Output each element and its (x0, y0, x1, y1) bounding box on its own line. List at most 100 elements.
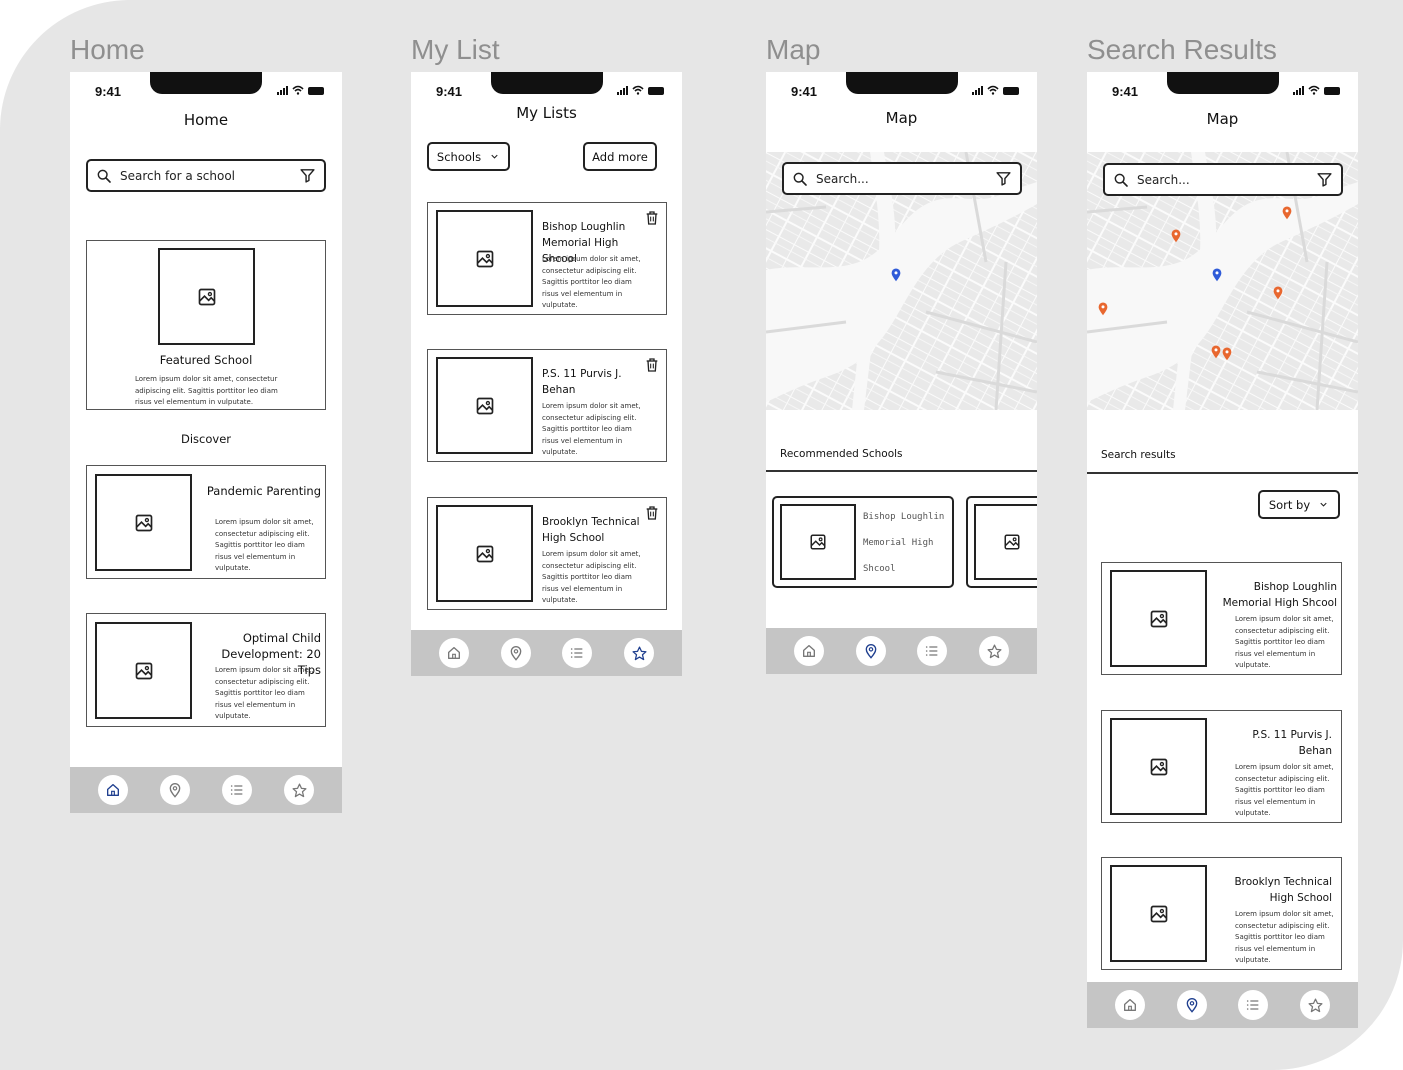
status-icons (972, 85, 1019, 95)
map-search-input[interactable]: Search... (1103, 163, 1343, 196)
list-item[interactable]: Brooklyn Technical High School Lorem ips… (427, 497, 667, 610)
nav-home-button[interactable] (1114, 990, 1145, 1020)
nav-map-button[interactable] (1176, 990, 1207, 1020)
home-screen: 9:41 Home Search for a school Featured S… (70, 72, 342, 813)
star-icon (986, 643, 1003, 660)
school-description: Lorem ipsum dolor sit amet, consectetur … (1235, 615, 1334, 669)
bottom-nav (411, 630, 682, 676)
nav-list-button[interactable] (917, 636, 948, 666)
nav-list-button[interactable] (562, 638, 593, 668)
image-icon (1149, 757, 1169, 777)
image-icon (475, 396, 495, 416)
recommended-school-card[interactable]: Bishop Loughlin Memorial High Shcool (772, 496, 954, 588)
name-line: Shcool (863, 564, 896, 574)
map-pin-icon (508, 645, 524, 661)
nav-favorites-button[interactable] (1300, 990, 1331, 1020)
image-icon (1149, 904, 1169, 924)
list-icon (569, 645, 585, 661)
image-placeholder (974, 504, 1037, 580)
status-icons (277, 85, 324, 95)
result-item[interactable]: Bishop Loughlin Memorial High Shcool Lor… (1101, 562, 1342, 675)
search-results-label: Search results (1101, 449, 1176, 461)
status-bar: 9:41 (766, 72, 1037, 112)
battery-icon (648, 87, 664, 95)
filter-icon[interactable] (299, 167, 316, 184)
sort-by-dropdown[interactable]: Sort by (1258, 490, 1340, 519)
home-icon (446, 645, 462, 661)
map-view[interactable]: Search... (1087, 152, 1358, 410)
recommended-school-card[interactable] (966, 496, 1037, 588)
result-item[interactable]: Brooklyn Technical High School Lorem ips… (1101, 857, 1342, 970)
image-placeholder (95, 622, 192, 719)
status-bar: 9:41 (1087, 72, 1358, 112)
school-description: Lorem ipsum dolor sit amet, consectetur … (542, 402, 641, 456)
image-placeholder (158, 248, 255, 345)
filter-icon[interactable] (995, 170, 1012, 187)
school-name: P.S. 11 Purvis J. Behan (1252, 729, 1332, 757)
school-name: Bishop Loughlin Memorial High Shcool (1222, 581, 1337, 609)
featured-title: Featured School (159, 353, 253, 367)
map-pin-icon[interactable] (1098, 302, 1108, 316)
status-time: 9:41 (95, 84, 122, 99)
map-pin-icon[interactable] (1282, 206, 1292, 220)
map-pin-icon (1184, 997, 1200, 1013)
school-description: Lorem ipsum dolor sit amet, consectetur … (542, 255, 641, 309)
list-type-dropdown[interactable]: Schools (427, 142, 510, 171)
nav-map-button[interactable] (160, 775, 190, 805)
nav-favorites-button[interactable] (979, 636, 1010, 666)
map-pin-icon (863, 643, 879, 659)
trash-icon[interactable] (644, 505, 660, 521)
nav-list-button[interactable] (1238, 990, 1269, 1020)
phone-notch (1166, 72, 1279, 94)
map-pin-icon[interactable] (1171, 229, 1181, 243)
map-pin-icon[interactable] (891, 268, 901, 282)
featured-school-card[interactable]: Featured School Lorem ipsum dolor sit am… (86, 240, 326, 410)
map-view[interactable]: Search... (766, 152, 1037, 410)
battery-icon (1003, 87, 1019, 95)
add-more-button[interactable]: Add more (583, 142, 657, 171)
nav-list-button[interactable] (222, 775, 252, 805)
nav-home-button[interactable] (793, 636, 824, 666)
map-pin-icon[interactable] (1222, 347, 1232, 361)
search-placeholder: Search... (816, 171, 869, 186)
home-icon (801, 643, 817, 659)
map-pin-icon[interactable] (1211, 345, 1221, 359)
nav-home-button[interactable] (98, 775, 128, 805)
map-pin-icon (167, 782, 183, 798)
list-item[interactable]: Bishop Loughlin Memorial High Shcool Lor… (427, 202, 667, 315)
nav-map-button[interactable] (500, 638, 531, 668)
map-pin-icon[interactable] (1273, 286, 1283, 300)
battery-icon (1324, 87, 1340, 95)
image-icon (475, 249, 495, 269)
result-item[interactable]: P.S. 11 Purvis J. Behan Lorem ipsum dolo… (1101, 710, 1342, 823)
card-title: Pandemic Parenting (206, 484, 321, 498)
trash-icon[interactable] (644, 210, 660, 226)
discover-card[interactable]: Pandemic Parenting Lorem ipsum dolor sit… (86, 465, 326, 579)
wifi-icon (632, 85, 644, 95)
chevron-down-icon (1318, 499, 1329, 510)
frame-title-map: Map (766, 34, 821, 65)
frame-title-home: Home (70, 34, 145, 65)
nav-favorites-button[interactable] (284, 775, 314, 805)
image-placeholder (436, 357, 533, 454)
featured-description: Lorem ipsum dolor sit amet, consectetur … (135, 375, 278, 406)
discover-card[interactable]: Optimal Child Development: 20 Tips Lorem… (86, 613, 326, 727)
trash-icon[interactable] (644, 357, 660, 373)
nav-map-button[interactable] (855, 636, 886, 666)
search-input[interactable]: Search for a school (86, 159, 326, 192)
page-title: Map (885, 109, 918, 127)
section-divider (1087, 472, 1358, 474)
search-results-screen: 9:41 Map Search... Search results Sort b… (1087, 72, 1358, 1028)
nav-home-button[interactable] (438, 638, 469, 668)
star-icon (631, 645, 648, 662)
section-divider (766, 470, 1037, 472)
list-item[interactable]: P.S. 11 Purvis J. Behan Lorem ipsum dolo… (427, 349, 667, 462)
star-icon (291, 782, 308, 799)
nav-favorites-button[interactable] (624, 638, 655, 668)
filter-icon[interactable] (1316, 171, 1333, 188)
map-pin-icon[interactable] (1212, 268, 1222, 282)
phone-notch (490, 72, 603, 94)
map-search-input[interactable]: Search... (782, 162, 1022, 195)
bottom-nav (1087, 982, 1358, 1028)
list-icon (1245, 997, 1261, 1013)
